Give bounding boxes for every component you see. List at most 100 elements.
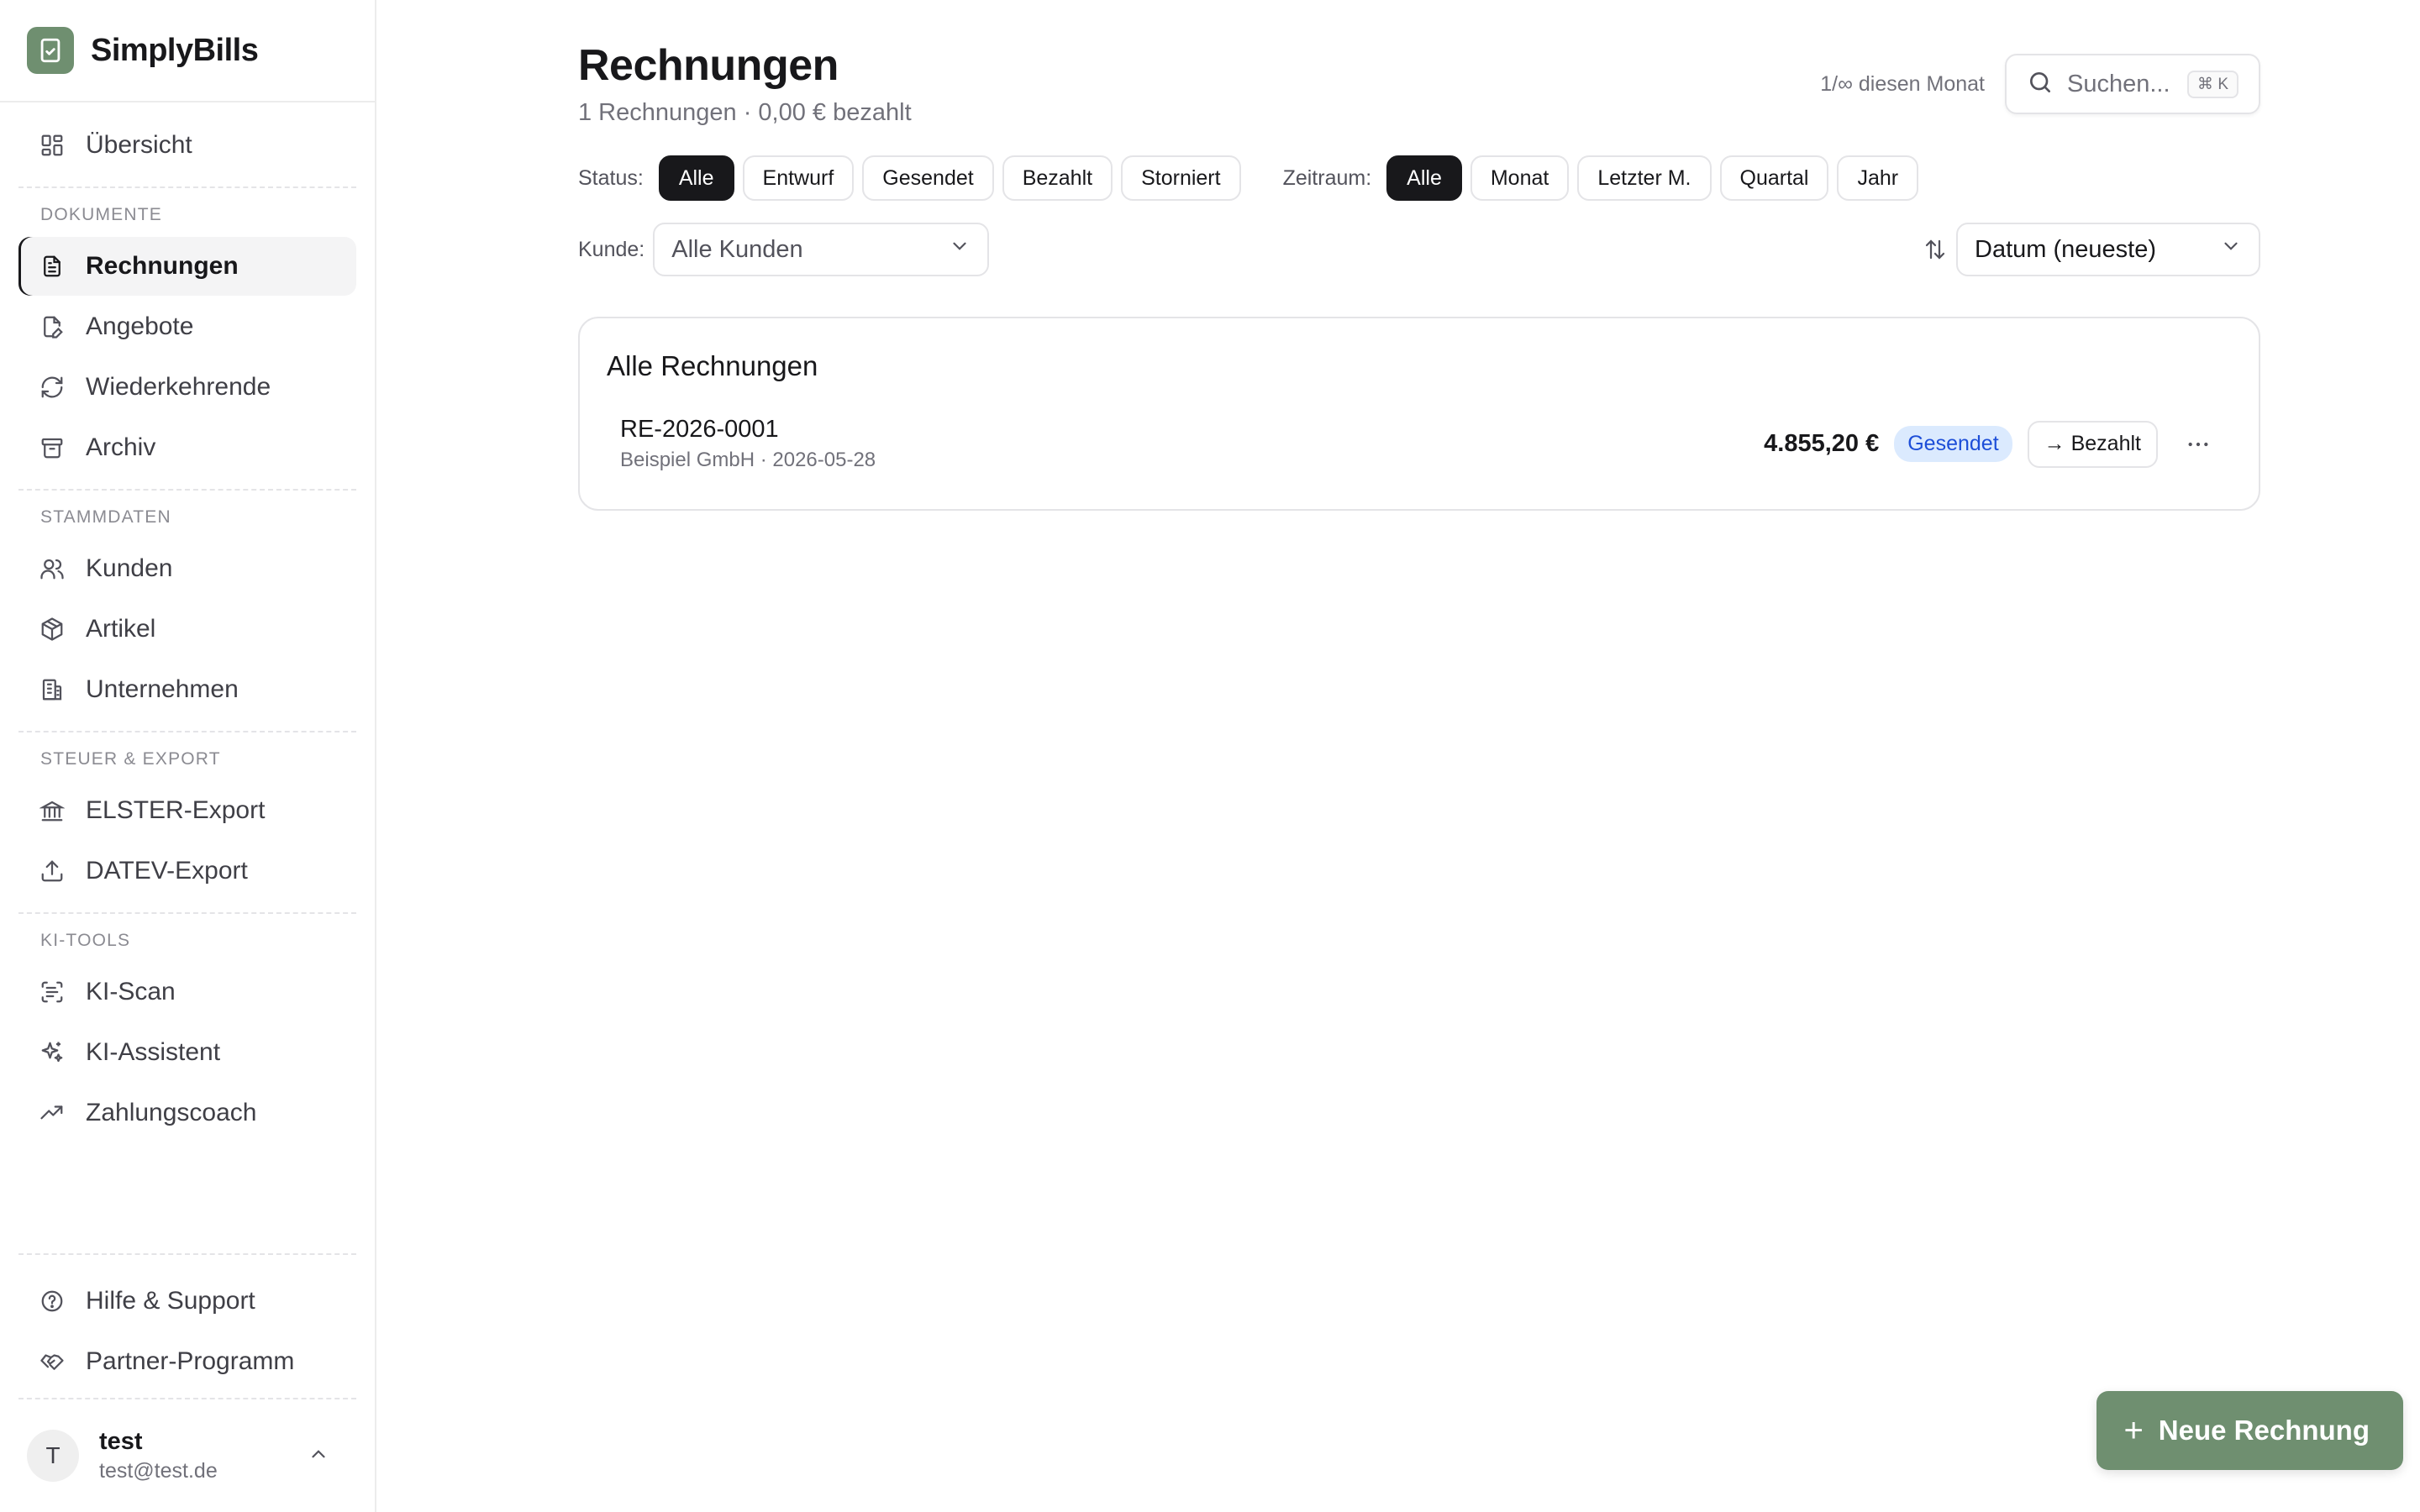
period-chip-monat[interactable]: Monat <box>1470 155 1570 201</box>
invoice-actions: 4.855,20 € Gesendet → Bezahlt <box>1764 420 2218 468</box>
sidebar-item-rechnungen[interactable]: Rechnungen <box>18 237 356 296</box>
status-chip-gesendet[interactable]: Gesendet <box>862 155 994 201</box>
chevron-down-icon <box>2220 235 2242 264</box>
period-chip-alle[interactable]: Alle <box>1386 155 1462 201</box>
invoice-amount: 4.855,20 € <box>1764 430 1880 457</box>
sidebar-item-angebote[interactable]: Angebote <box>18 297 356 356</box>
sidebar-item-label: Rechnungen <box>86 252 239 280</box>
sort-icon <box>1923 237 1948 262</box>
building-icon <box>39 676 66 703</box>
new-invoice-label: Neue Rechnung <box>2158 1415 2370 1446</box>
filter-bar: Status: Alle Entwurf Gesendet Bezahlt St… <box>578 155 2260 201</box>
sidebar-item-uebersicht[interactable]: Übersicht <box>18 116 356 175</box>
new-invoice-button[interactable]: + Neue Rechnung <box>2096 1391 2403 1470</box>
search-box[interactable]: ⌘ K <box>2005 54 2260 114</box>
grid-icon <box>39 132 66 159</box>
sidebar-item-label: ELSTER-Export <box>86 796 266 824</box>
users-icon <box>39 555 66 582</box>
table-row[interactable]: RE-2026-0001 Beispiel GmbH · 2026-05-28 … <box>607 416 2232 472</box>
sidebar-item-label: Partner-Programm <box>86 1347 295 1375</box>
handshake-icon <box>39 1348 66 1375</box>
divider <box>18 1253 356 1255</box>
customer-select[interactable]: Alle Kunden <box>653 223 990 276</box>
sidebar-item-label: KI-Scan <box>86 978 176 1005</box>
divider <box>18 186 356 188</box>
sidebar-item-unternehmen[interactable]: Unternehmen <box>18 660 356 719</box>
sidebar-item-kunden[interactable]: Kunden <box>18 539 356 598</box>
sort-control: Datum (neueste) <box>1923 223 2260 276</box>
status-filter-label: Status: <box>578 165 644 190</box>
upload-icon <box>39 858 66 885</box>
sidebar-item-label: Hilfe & Support <box>86 1287 255 1315</box>
user-info: test test@test.de <box>99 1428 308 1483</box>
sidebar-item-label: Archiv <box>86 433 156 461</box>
invoice-number: RE-2026-0001 <box>620 416 779 443</box>
sidebar-item-label: Übersicht <box>86 131 192 159</box>
period-chip-letzter-monat[interactable]: Letzter M. <box>1577 155 1712 201</box>
section-title-stammdaten: STAMMDATEN <box>40 507 171 527</box>
chevron-down-icon <box>949 235 971 264</box>
status-badge: Gesendet <box>1894 426 2012 462</box>
logo-icon <box>27 27 74 74</box>
invoice-list-card: Alle Rechnungen RE-2026-0001 Beispiel Gm… <box>578 317 2260 511</box>
page-title: Rechnungen <box>578 41 839 90</box>
period-chip-jahr[interactable]: Jahr <box>1837 155 1919 201</box>
sidebar: SimplyBills Übersicht DOKUMENTE Rechnung… <box>0 0 376 1512</box>
divider <box>18 912 356 914</box>
page-subtitle: 1 Rechnungen · 0,00 € bezahlt <box>578 99 912 126</box>
help-icon <box>39 1288 66 1315</box>
main-content: Rechnungen 1 Rechnungen · 0,00 € bezahlt… <box>376 0 2420 1512</box>
divider <box>18 731 356 732</box>
sidebar-item-datev-export[interactable]: DATEV-Export <box>18 842 356 900</box>
invoice-icon <box>39 253 66 280</box>
chevron-up-icon[interactable] <box>308 1443 329 1469</box>
sort-select-value: Datum (neueste) <box>1975 235 2156 263</box>
trending-icon <box>39 1100 66 1126</box>
card-title: Alle Rechnungen <box>607 350 818 381</box>
sidebar-item-wiederkehrende[interactable]: Wiederkehrende <box>18 358 356 417</box>
sidebar-item-label: Zahlungscoach <box>86 1099 257 1126</box>
sidebar-item-hilfe-support[interactable]: Hilfe & Support <box>18 1272 356 1331</box>
sidebar-item-elster-export[interactable]: ELSTER-Export <box>18 781 356 840</box>
edit-document-icon <box>39 313 66 340</box>
user-name: test <box>99 1428 143 1455</box>
keyboard-shortcut: ⌘ K <box>2187 70 2238 98</box>
sidebar-item-artikel[interactable]: Artikel <box>18 600 356 659</box>
section-title-ki-tools: KI-TOOLS <box>40 931 131 950</box>
filter-row-2: Kunde: Alle Kunden Datum (neueste) <box>578 223 2260 276</box>
sidebar-item-label: KI-Assistent <box>86 1038 221 1066</box>
customer-select-value: Alle Kunden <box>671 235 803 263</box>
status-chip-bezahlt[interactable]: Bezahlt <box>1002 155 1113 201</box>
header-actions: 1/∞ diesen Monat ⌘ K <box>1820 54 2260 114</box>
sidebar-item-ki-scan[interactable]: KI-Scan <box>18 963 356 1021</box>
quota-text: 1/∞ diesen Monat <box>1820 71 1985 96</box>
period-chip-quartal[interactable]: Quartal <box>1719 155 1829 201</box>
search-icon <box>2027 69 2054 100</box>
app: SimplyBills Übersicht DOKUMENTE Rechnung… <box>0 0 2420 1512</box>
sidebar-item-label: Unternehmen <box>86 675 239 703</box>
user-menu[interactable]: T test test@test.de <box>18 1398 356 1512</box>
sidebar-item-zahlungscoach[interactable]: Zahlungscoach <box>18 1084 356 1142</box>
status-chip-entwurf[interactable]: Entwurf <box>742 155 855 201</box>
sidebar-item-ki-assistent[interactable]: KI-Assistent <box>18 1023 356 1082</box>
sort-select[interactable]: Datum (neueste) <box>1956 223 2260 276</box>
package-icon <box>39 616 66 643</box>
more-options-icon[interactable] <box>2178 424 2218 465</box>
period-filter-label: Zeitraum: <box>1282 165 1372 190</box>
archive-icon <box>39 434 66 461</box>
sidebar-item-archiv[interactable]: Archiv <box>18 418 356 477</box>
plus-icon: + <box>2123 1412 2144 1449</box>
page-header: Rechnungen 1 Rechnungen · 0,00 € bezahlt… <box>578 40 2260 127</box>
status-chip-storniert[interactable]: Storniert <box>1121 155 1241 201</box>
section-title-dokumente: DOKUMENTE <box>40 205 162 224</box>
brand[interactable]: SimplyBills <box>0 0 375 102</box>
avatar: T <box>27 1430 79 1482</box>
user-email: test@test.de <box>99 1459 218 1483</box>
mark-paid-button[interactable]: → Bezahlt <box>2027 420 2158 468</box>
customer-filter-label: Kunde: <box>578 237 645 261</box>
search-input[interactable] <box>2067 70 2185 98</box>
status-chip-alle[interactable]: Alle <box>658 155 734 201</box>
divider <box>18 489 356 491</box>
sidebar-item-partner-programm[interactable]: Partner-Programm <box>18 1332 356 1391</box>
